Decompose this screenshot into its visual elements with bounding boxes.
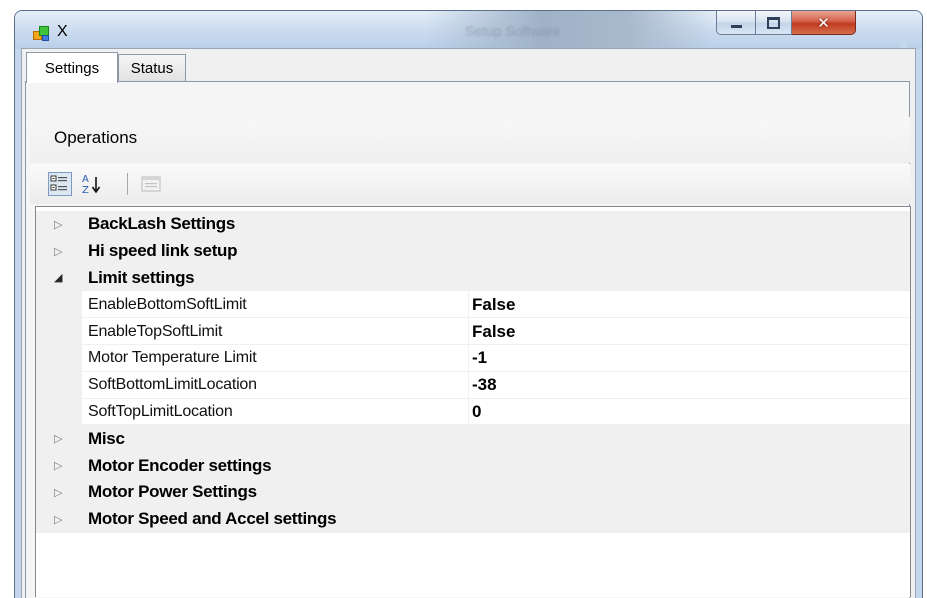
maximize-icon [767,16,780,29]
category-label: Motor Encoder settings [88,455,272,475]
property-pages-button[interactable] [139,172,163,196]
grid-property-row[interactable]: Motor Temperature Limit -1 [36,344,910,372]
property-name[interactable]: EnableBottomSoftLimit [88,291,468,318]
app-icon[interactable] [33,26,49,42]
title-bar[interactable]: Setup Software X ✕ [15,11,922,49]
grid-margin [36,371,82,399]
grid-category-row[interactable]: ◢ Limit settings [36,264,910,292]
property-pages-icon [141,176,161,192]
close-icon: ✕ [817,13,830,32]
alphabetical-sort-icon: A Z [82,174,101,196]
category-label: Motor Speed and Accel settings [88,509,337,529]
property-name[interactable]: SoftBottomLimitLocation [88,372,468,399]
property-value[interactable]: False [472,318,515,345]
property-name[interactable]: EnableTopSoftLimit [88,318,468,345]
grid-category-row[interactable]: ▷ Motor Speed and Accel settings [36,505,910,533]
column-divider[interactable] [468,344,469,372]
grid-category-row[interactable]: ▷ Motor Encoder settings [36,452,910,479]
column-divider[interactable] [468,398,469,426]
property-value[interactable]: -38 [472,372,497,399]
section-label: Operations [54,128,138,147]
property-value[interactable]: 0 [472,399,481,426]
grid-property-row[interactable]: SoftTopLimitLocation 0 [36,398,910,426]
grid-margin [36,398,82,426]
category-label: Limit settings [88,267,195,287]
expand-arrow-icon[interactable]: ▷ [54,238,62,265]
grid-category-row[interactable]: ▷ Motor Power Settings [36,478,910,506]
categorized-icon [50,175,67,191]
property-value[interactable]: False [472,291,515,318]
category-label: Motor Power Settings [88,482,257,502]
maximize-button[interactable] [756,11,792,35]
property-value[interactable]: -1 [472,345,487,372]
grid-margin [36,318,82,345]
window-controls: ✕ [716,11,856,37]
section-header [30,117,910,163]
grid-property-row[interactable]: SoftBottomLimitLocation -38 [36,371,910,399]
toolbar-separator [127,173,128,195]
expand-arrow-icon[interactable]: ▷ [54,479,62,506]
tab-status[interactable]: Status [118,54,186,81]
category-label: Hi speed link setup [88,241,238,261]
column-divider[interactable] [468,371,469,399]
grid-category-row[interactable]: ▷ Misc [36,425,910,453]
collapse-arrow-icon[interactable]: ◢ [54,265,62,292]
column-divider[interactable] [468,318,469,345]
background-window-title: Setup Software [465,23,561,39]
category-background [36,425,910,453]
grid-category-row[interactable]: ▷ BackLash Settings [36,211,910,238]
grid-margin [36,291,82,319]
tab-settings[interactable]: Settings [26,52,118,83]
expand-arrow-icon[interactable]: ▷ [54,425,62,452]
expand-arrow-icon[interactable]: ▷ [54,506,62,533]
expand-arrow-icon[interactable]: ▷ [54,211,62,238]
minimize-icon [730,24,742,28]
property-grid-rows: ▷ BackLash Settings ▷ Hi speed link setup ◢ L… [36,211,910,533]
category-label: BackLash Settings [88,214,236,234]
grid-margin [36,344,82,372]
grid-category-row[interactable]: ▷ Hi speed link setup [36,237,910,265]
grid-property-row[interactable]: EnableTopSoftLimit False [36,318,910,345]
property-grid-toolbar: A Z [30,164,910,204]
expand-arrow-icon[interactable]: ▷ [54,452,62,479]
close-button[interactable]: ✕ [792,11,856,35]
column-divider[interactable] [468,291,469,319]
svg-text:A: A [82,174,89,185]
alphabetical-button[interactable]: A Z [80,172,104,196]
minimize-button[interactable] [716,11,756,35]
category-label: Misc [88,428,125,448]
svg-text:Z: Z [82,185,89,196]
grid-property-row[interactable]: EnableBottomSoftLimit False [36,291,910,319]
window-title: X [57,23,68,40]
property-name[interactable]: SoftTopLimitLocation [88,399,468,426]
property-grid: ▷ BackLash Settings ▷ Hi speed link setup ◢ L… [35,206,911,597]
categorized-button[interactable] [48,172,72,196]
property-name[interactable]: Motor Temperature Limit [88,345,468,372]
